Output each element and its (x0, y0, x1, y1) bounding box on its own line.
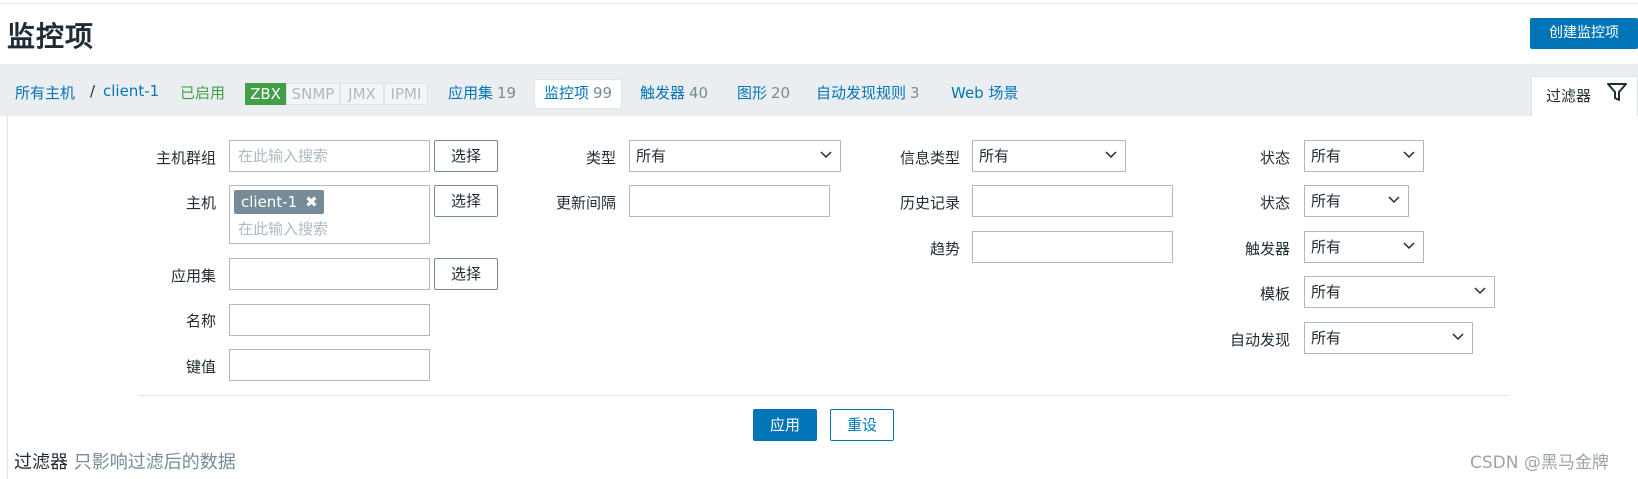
chevron-down-icon (1403, 151, 1415, 159)
filter-divider (138, 395, 1508, 396)
filter-note: 过滤器 只影响过滤后的数据 (14, 448, 236, 474)
host-group-label: 主机群组 (155, 149, 216, 167)
application-input[interactable] (229, 258, 430, 290)
host-label: 主机 (185, 194, 216, 212)
application-select-button[interactable]: 选择 (434, 258, 498, 290)
type-select[interactable]: 所有 (629, 140, 841, 172)
discovery-select-value: 所有 (1311, 329, 1342, 347)
tab-items[interactable]: 监控项 99 (544, 82, 612, 103)
tab-graphs[interactable]: 图形 20 (737, 82, 790, 103)
protocol-jmx-badge: JMX (340, 83, 384, 105)
tab-discovery-rules[interactable]: 自动发现规则 3 (816, 82, 920, 103)
tab-triggers[interactable]: 触发器 40 (640, 82, 708, 103)
triggers-select-value: 所有 (1311, 238, 1342, 256)
chevron-down-icon (1105, 151, 1117, 159)
tab-label: 自动发现规则 (816, 84, 907, 102)
remove-chip-icon[interactable]: ✖ (305, 193, 318, 211)
apply-button[interactable]: 应用 (753, 409, 817, 441)
update-interval-input[interactable] (629, 185, 830, 217)
breadcrumb-all-hosts[interactable]: 所有主机 (15, 82, 75, 103)
info-type-select-value: 所有 (979, 147, 1010, 165)
status-label: 状态 (1259, 194, 1290, 212)
status-select-value: 所有 (1311, 192, 1342, 210)
tab-label: 触发器 (640, 84, 686, 102)
discovery-label: 自动发现 (1229, 331, 1290, 349)
template-select[interactable]: 所有 (1304, 276, 1495, 308)
host-multiselect[interactable]: client-1 ✖ 在此输入搜索 (229, 185, 430, 244)
create-item-button[interactable]: 创建监控项 (1530, 18, 1638, 49)
tab-label: Web 场景 (951, 84, 1019, 102)
host-chip: client-1 ✖ (234, 190, 324, 214)
top-divider (0, 3, 1638, 4)
tab-label: 图形 (737, 84, 768, 102)
application-label: 应用集 (170, 267, 216, 285)
trends-input[interactable] (972, 231, 1173, 263)
tab-label: 应用集 (448, 84, 494, 102)
template-label: 模板 (1259, 285, 1290, 303)
protocol-snmp-badge: SNMP (286, 83, 340, 105)
tab-web-scenarios[interactable]: Web 场景 (951, 82, 1018, 103)
type-label: 类型 (585, 149, 616, 167)
breadcrumb-separator: / (90, 82, 96, 100)
protocol-zbx-badge: ZBX (245, 83, 286, 105)
host-group-select-button[interactable]: 选择 (434, 140, 498, 172)
breadcrumb-host[interactable]: client-1 (103, 82, 159, 100)
filter-note-sub: 只影响过滤后的数据 (73, 452, 236, 473)
funnel-icon (1607, 83, 1627, 101)
tab-label: 监控项 (544, 84, 590, 102)
chevron-down-icon (1474, 287, 1486, 295)
host-search-placeholder[interactable]: 在此输入搜索 (238, 218, 328, 239)
tab-applications[interactable]: 应用集 19 (448, 82, 516, 103)
tab-count: 99 (593, 84, 613, 102)
state-label: 状态 (1259, 149, 1290, 167)
trends-label: 趋势 (929, 240, 960, 258)
chevron-down-icon (1452, 333, 1464, 341)
reset-button[interactable]: 重设 (830, 409, 894, 441)
host-select-button[interactable]: 选择 (434, 185, 498, 217)
key-input[interactable] (229, 349, 430, 381)
filter-tab-label: 过滤器 (1546, 87, 1592, 105)
host-status-enabled[interactable]: 已启用 (180, 82, 225, 103)
info-type-label: 信息类型 (899, 149, 960, 167)
triggers-label: 触发器 (1244, 240, 1290, 258)
filter-note-main: 过滤器 (14, 452, 68, 473)
update-interval-label: 更新间隔 (555, 194, 616, 212)
protocol-ipmi-badge: IPMI (384, 83, 428, 105)
filter-tab[interactable]: 过滤器 (1531, 76, 1638, 116)
tab-count: 20 (771, 84, 791, 102)
template-select-value: 所有 (1311, 283, 1342, 301)
name-label: 名称 (185, 312, 216, 330)
history-label: 历史记录 (899, 194, 960, 212)
name-input[interactable] (229, 304, 430, 336)
triggers-select[interactable]: 所有 (1304, 231, 1424, 263)
chevron-down-icon (820, 151, 832, 159)
tab-count: 40 (689, 84, 709, 102)
watermark: CSDN @黑马金牌 (1470, 453, 1609, 473)
tab-count: 19 (497, 84, 517, 102)
host-group-search-input[interactable]: 在此输入搜索 (229, 140, 430, 172)
discovery-select[interactable]: 所有 (1304, 322, 1473, 354)
status-select[interactable]: 所有 (1304, 185, 1409, 217)
type-select-value: 所有 (636, 147, 667, 165)
host-chip-label: client-1 (241, 193, 298, 211)
page-title: 监控项 (7, 20, 95, 53)
state-select[interactable]: 所有 (1304, 140, 1424, 172)
tab-count: 3 (910, 84, 920, 102)
chevron-down-icon (1403, 242, 1415, 250)
history-input[interactable] (972, 185, 1173, 217)
state-select-value: 所有 (1311, 147, 1342, 165)
key-label: 键值 (185, 358, 216, 376)
info-type-select[interactable]: 所有 (972, 140, 1126, 172)
chevron-down-icon (1388, 196, 1400, 204)
